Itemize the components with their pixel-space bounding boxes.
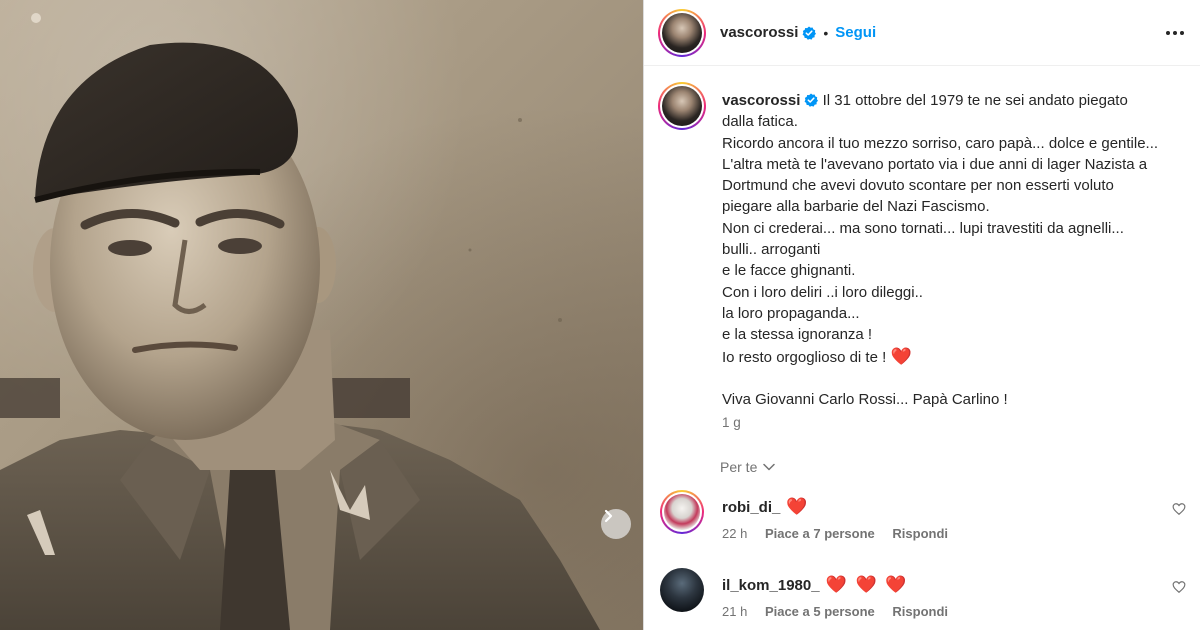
commenter-avatar[interactable] (660, 568, 704, 612)
comment-header: il_kom_1980_ ❤️ ❤️ ❤️ (722, 575, 909, 595)
heart-outline-icon[interactable] (1172, 580, 1186, 594)
translation-toggle[interactable]: Per te (720, 459, 776, 475)
carousel-next-button[interactable] (601, 509, 631, 539)
caption-line: Non ci crederai... ma sono tornati... lu… (722, 219, 1124, 237)
reply-button[interactable]: Rispondi (892, 604, 948, 619)
caption-line: bulli.. arroganti (722, 241, 821, 259)
more-options-icon[interactable] (1164, 22, 1186, 44)
chevron-right-icon (604, 509, 613, 523)
caption-line-text: Il 31 ottobre del 1979 te ne sei andato … (822, 92, 1128, 109)
heart-outline-icon[interactable] (1172, 502, 1186, 516)
caption-line: e le facce ghignanti. (722, 262, 856, 280)
caption-line: Dortmund che avevi dovuto scontare per n… (722, 177, 1114, 195)
caption-line: Ricordo ancora il tuo mezzo sorriso, car… (722, 134, 1159, 152)
author-avatar[interactable] (658, 8, 706, 57)
caption-line: L'altra metà te l'avevano portato via i … (722, 155, 1148, 173)
commenter-username[interactable]: il_kom_1980_ (722, 577, 820, 594)
caption-line-text: Io resto orgoglioso di te ! (722, 348, 887, 366)
comment-likes[interactable]: Piace a 5 persone (765, 604, 875, 619)
post-details-panel: vascorossi • Segui vascorossi Il 31 otto… (644, 0, 1200, 630)
comment-text: ❤️ ❤️ ❤️ (825, 575, 909, 594)
caption-author-avatar[interactable] (658, 82, 706, 130)
caption-username[interactable]: vascorossi (722, 92, 800, 109)
translation-label: Per te (720, 459, 758, 475)
commenter-username[interactable]: robi_di_ (722, 499, 780, 516)
follow-button[interactable]: Segui (835, 24, 876, 41)
caption-line: dalla fatica. (722, 113, 798, 131)
comment-meta: 22 h Piace a 7 persone Rispondi (722, 526, 962, 541)
caption-line: Io resto orgoglioso di te ! ❤️ (722, 346, 1198, 368)
post-photo (0, 0, 643, 630)
caption-line: Con i loro deliri ..i loro dileggi.. (722, 283, 923, 301)
post-timestamp[interactable]: 1 g (722, 415, 741, 430)
comment-time[interactable]: 21 h (722, 604, 747, 619)
comment-text: ❤️ (786, 497, 810, 516)
author-username[interactable]: vascorossi (720, 24, 798, 41)
comment-time[interactable]: 22 h (722, 526, 747, 541)
heart-emoji-icon: ❤️ (890, 346, 912, 366)
caption-text: vascorossi Il 31 ottobre del 1979 te ne … (722, 90, 1198, 410)
chevron-down-icon (763, 463, 776, 471)
header-separator: • (823, 24, 829, 41)
verified-badge-icon (802, 26, 817, 40)
caption-line: piegare alla barbarie del Nazi Fascismo. (722, 198, 990, 216)
caption-line: e la stessa ignoranza ! (722, 326, 873, 344)
caption-line: la loro propaganda... (722, 304, 860, 322)
comment-header: robi_di_ ❤️ (722, 497, 810, 517)
comment-likes[interactable]: Piace a 7 persone (765, 526, 875, 541)
caption-line: Viva Giovanni Carlo Rossi... Papà Carlin… (722, 391, 1008, 409)
caption-line: vascorossi Il 31 ottobre del 1979 te ne … (722, 90, 1198, 111)
reply-button[interactable]: Rispondi (892, 526, 948, 541)
commenter-avatar[interactable] (660, 490, 704, 534)
verified-badge-icon (804, 93, 819, 107)
post-header: vascorossi • Segui (644, 0, 1200, 66)
comment-meta: 21 h Piace a 5 persone Rispondi (722, 604, 962, 619)
soldier-portrait-image (0, 13, 600, 630)
